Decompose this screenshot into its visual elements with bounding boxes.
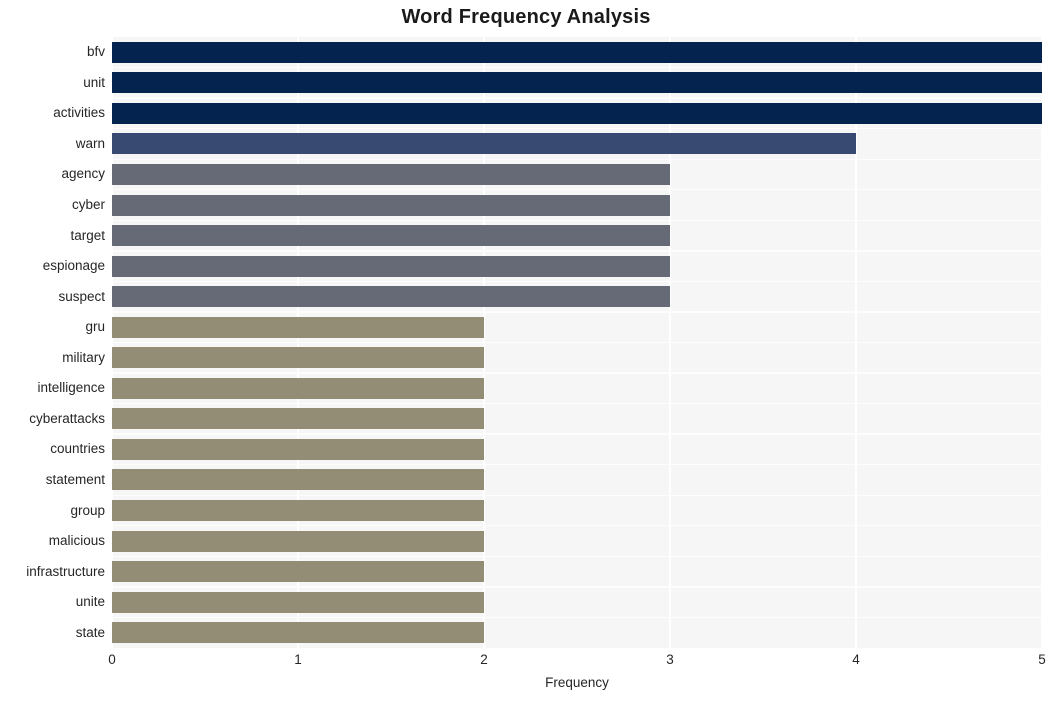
bar [112,194,670,216]
y-axis-tick-label: warn [75,135,105,151]
y-axis-tick-label: espionage [42,258,105,274]
bar [112,41,1042,63]
y-axis-tick-label: military [62,349,105,365]
bar [112,225,670,247]
bar [112,347,484,369]
y-axis-tick-label: unite [75,594,105,610]
x-axis-tick-label: 1 [294,652,302,667]
plot-area [112,37,1042,648]
y-axis-tick-label: unit [83,74,105,90]
bar [112,500,484,522]
y-axis-tick-label: state [75,624,105,640]
x-axis-tick-label: 2 [480,652,488,667]
y-axis-tick-label: statement [45,471,105,487]
bar [112,377,484,399]
y-axis-tick-label: bfv [86,44,105,60]
chart-figure: Word Frequency Analysis bfv unit activitie… [0,0,1052,701]
bar [112,530,484,552]
bar [112,438,484,460]
x-axis-tick-label: 4 [852,652,860,667]
bar [112,622,484,644]
chart-title: Word Frequency Analysis [401,6,651,28]
bar [112,102,1042,124]
bar [112,286,670,308]
x-axis-tick-label: 0 [108,652,116,667]
y-axis-tick-label: target [70,227,105,243]
x-axis-tick-labels: 0 1 2 3 4 5 [0,652,1052,672]
bar [112,72,1042,94]
y-axis-tick-label: agency [61,166,105,182]
y-axis-tick-label: suspect [58,288,105,304]
x-axis-title: Frequency [545,675,609,690]
y-axis-tick-label: malicious [48,533,105,549]
y-axis-tick-label: infrastructure [26,563,105,579]
y-axis-tick-label: cyber [71,197,105,213]
bar [112,408,484,430]
y-axis-tick-label: gru [85,319,105,335]
x-axis-tick-label: 5 [1038,652,1046,667]
x-axis-tick-label: 3 [666,652,674,667]
y-axis-tick-label: activities [53,105,105,121]
bar [112,255,670,277]
y-axis-tick-label: group [70,502,105,518]
y-axis-tick-labels: bfv unit activities warn agency cyber target es… [0,37,105,648]
bar [112,133,856,155]
bar [112,561,484,583]
bar [112,316,484,338]
y-axis-tick-label: intelligence [37,380,105,396]
bar [112,163,670,185]
y-axis-tick-label: countries [50,441,105,457]
bar [112,591,484,613]
bar [112,469,484,491]
bar-series [112,37,1042,648]
y-axis-tick-label: cyberattacks [29,410,105,426]
